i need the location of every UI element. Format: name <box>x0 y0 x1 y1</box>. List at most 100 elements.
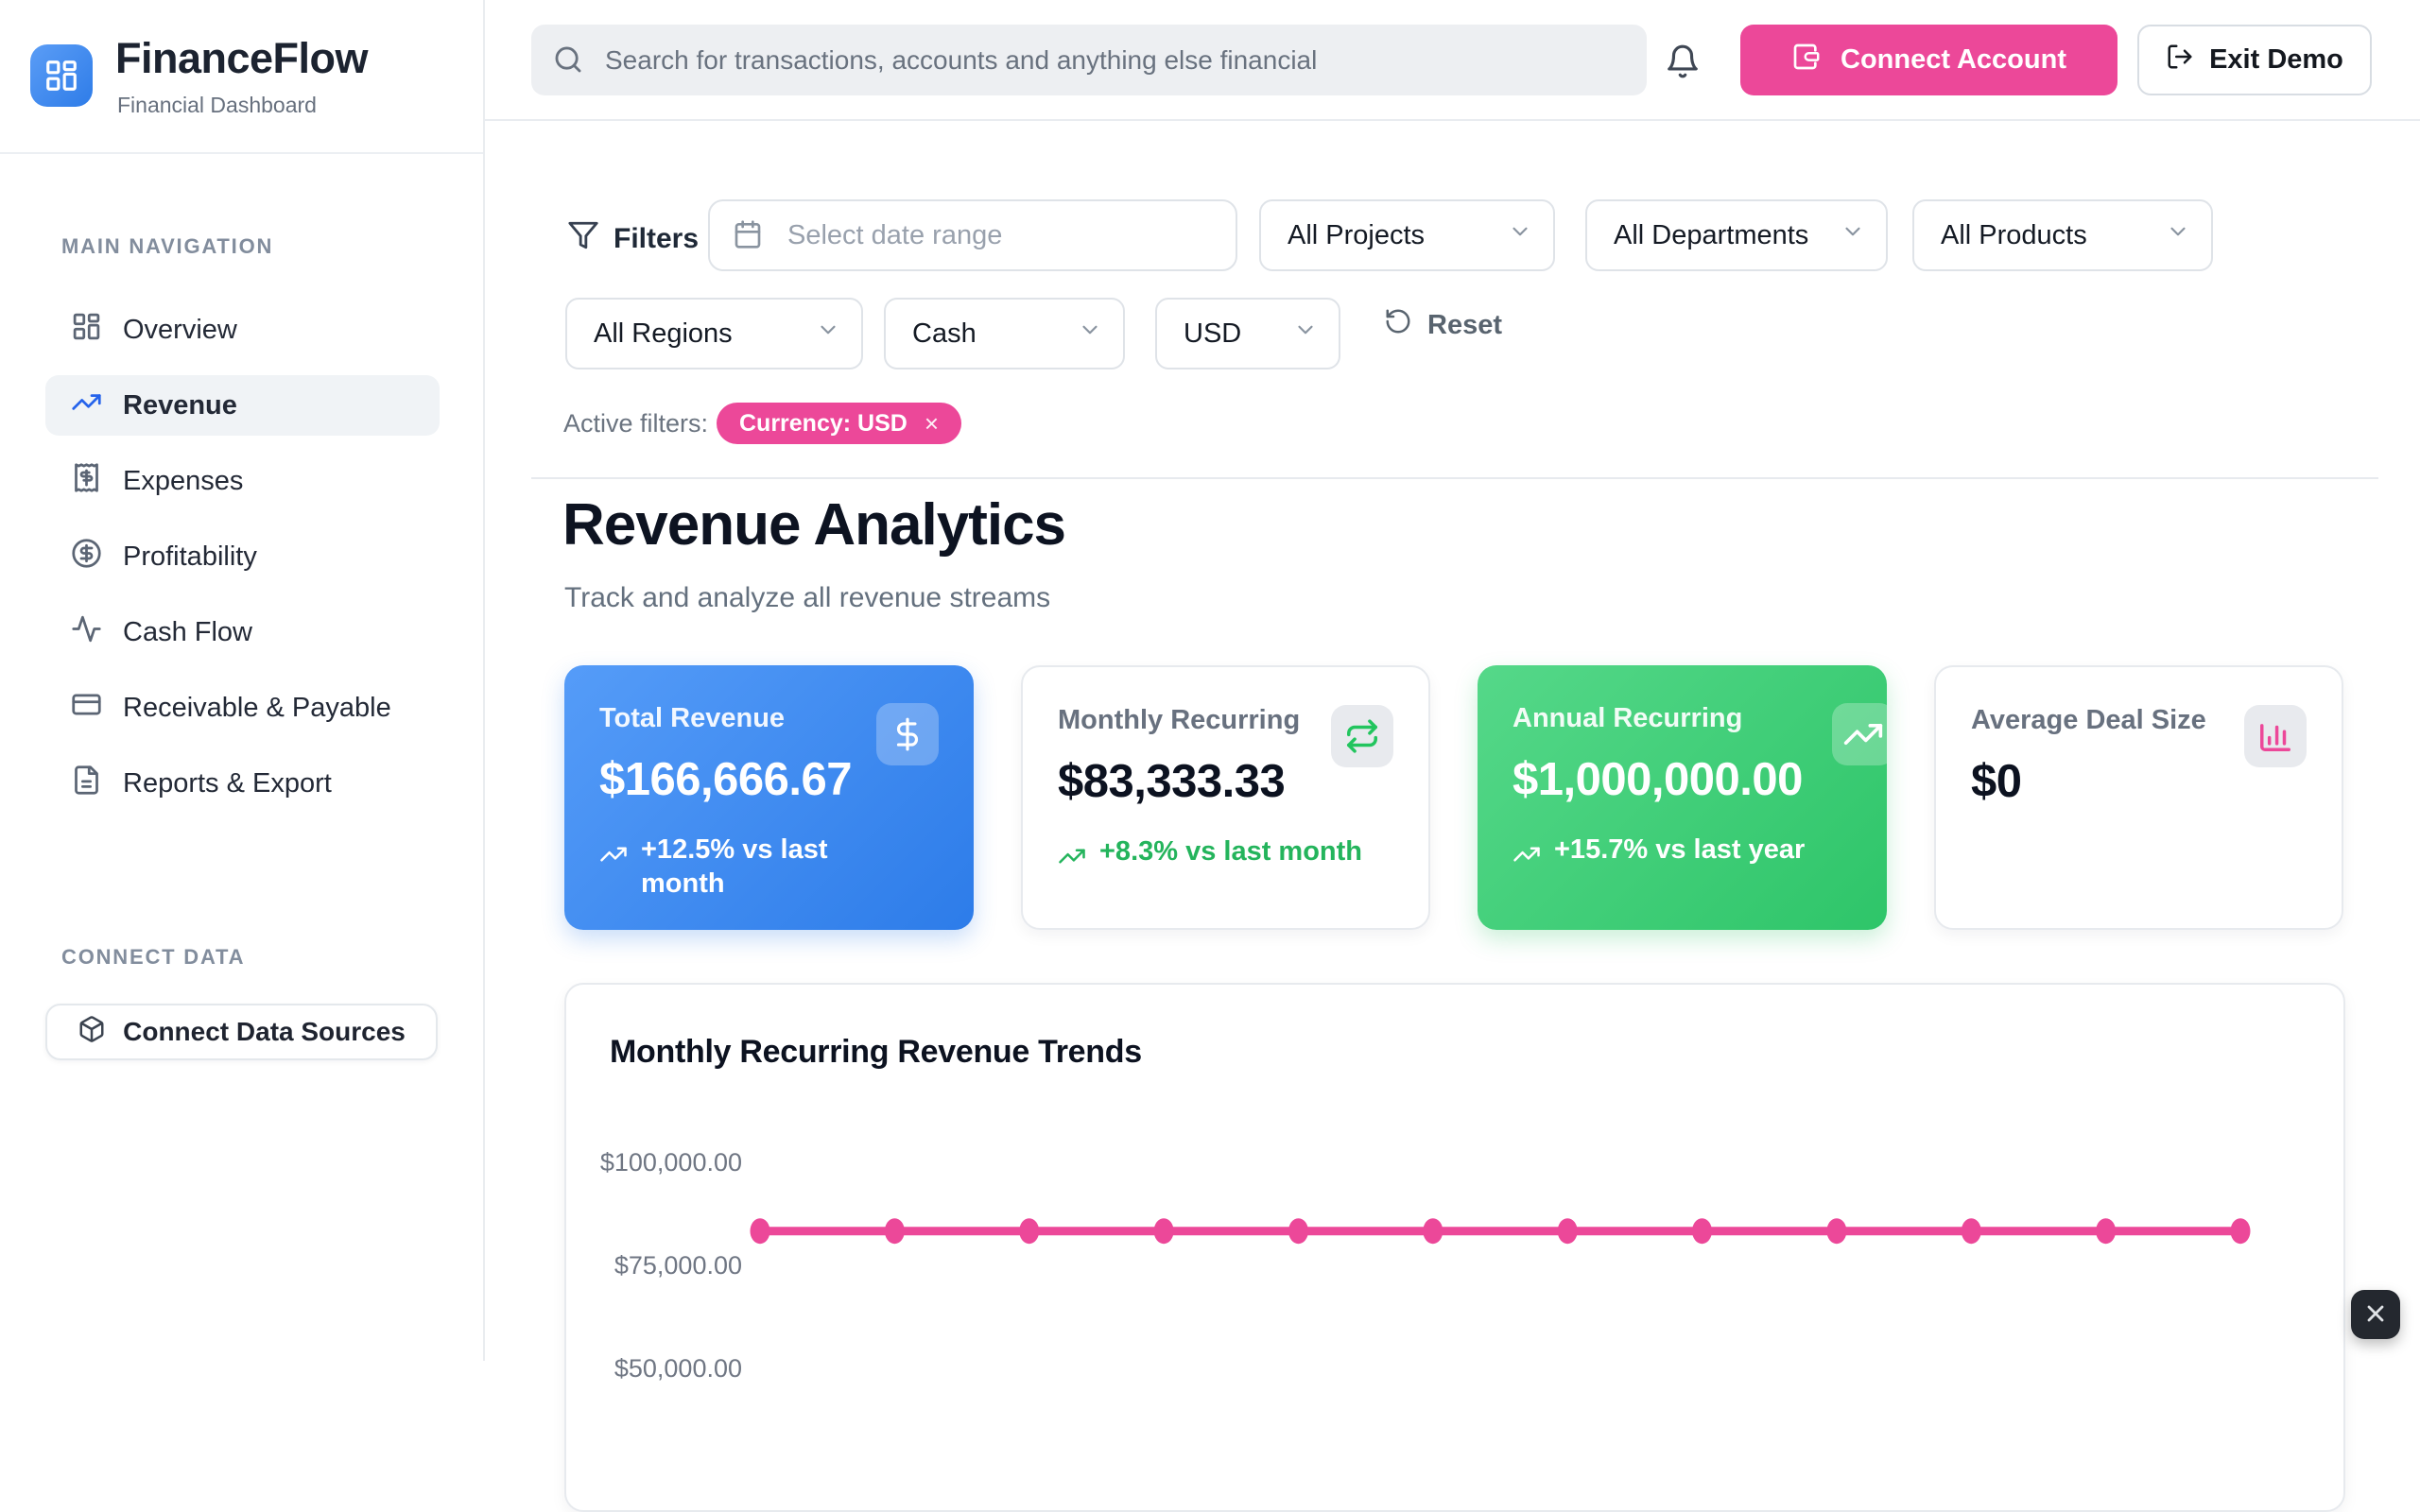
filters-heading: Filters <box>567 219 699 259</box>
search-input[interactable] <box>531 25 1647 95</box>
exit-demo-button[interactable]: Exit Demo <box>2137 25 2372 95</box>
sidebar-item-receivable-payable[interactable]: Receivable & Payable <box>45 678 440 738</box>
regions-select-value: All Regions <box>594 318 733 350</box>
projects-select-value: All Projects <box>1288 220 1425 251</box>
metric-card-annual-recurring: Annual Recurring $1,000,000.00 +15.7% vs… <box>1478 665 1887 930</box>
app-tagline: Financial Dashboard <box>117 93 317 118</box>
connect-account-button[interactable]: Connect Account <box>1740 25 2118 95</box>
sidebar-item-reports-export[interactable]: Reports & Export <box>45 753 440 814</box>
chip-label: Currency: USD <box>739 410 908 438</box>
global-search <box>531 25 1647 95</box>
chevron-down-icon <box>816 318 840 350</box>
calendar-icon <box>733 219 763 254</box>
main-navigation: Overview Revenue Expenses Profitability <box>45 300 440 829</box>
credit-card-icon <box>71 689 102 728</box>
metric-change: +8.3% vs last month <box>1058 834 1393 879</box>
regions-select[interactable]: All Regions <box>565 298 863 369</box>
chevron-down-icon <box>1078 318 1102 350</box>
active-filters-label: Active filters: <box>563 409 708 438</box>
metric-change: +12.5% vs last month <box>599 833 939 902</box>
topbar: Connect Account Exit Demo <box>485 0 2420 121</box>
sidebar-item-expenses[interactable]: Expenses <box>45 451 440 511</box>
chevron-down-icon <box>1841 219 1865 251</box>
departments-select[interactable]: All Departments <box>1585 199 1888 271</box>
sidebar-item-profitability[interactable]: Profitability <box>45 526 440 587</box>
chevron-down-icon <box>1508 219 1532 251</box>
funnel-icon <box>567 219 599 259</box>
currency-select[interactable]: USD <box>1155 298 1340 369</box>
filters-label-text: Filters <box>614 223 699 255</box>
mrr-trends-chart-card: Monthly Recurring Revenue Trends $100,00… <box>564 983 2345 1512</box>
reset-label: Reset <box>1427 310 1502 341</box>
sidebar-item-label: Reports & Export <box>123 768 332 799</box>
page-subtitle: Track and analyze all revenue streams <box>564 582 1050 614</box>
chart-data-point[interactable] <box>1154 1218 1174 1244</box>
cube-icon <box>78 1015 106 1050</box>
trending-up-icon <box>71 387 102 425</box>
metric-change-text: +12.5% vs last month <box>641 833 915 902</box>
layout-dashboard-icon <box>71 311 102 350</box>
active-filter-chip-currency[interactable]: Currency: USD × <box>717 403 961 444</box>
reset-filters-button[interactable]: Reset <box>1384 307 1502 343</box>
sidebar-item-overview[interactable]: Overview <box>45 300 440 360</box>
connect-data-heading: CONNECT DATA <box>61 945 245 970</box>
sidebar: FinanceFlow Financial Dashboard MAIN NAV… <box>0 0 485 1361</box>
dollar-sign-icon <box>876 703 939 765</box>
chart-data-point[interactable] <box>1826 1218 1846 1244</box>
sidebar-item-label: Profitability <box>123 541 257 573</box>
app-title: FinanceFlow <box>115 34 368 83</box>
repeat-icon <box>1331 705 1393 767</box>
chart-data-point[interactable] <box>1558 1218 1578 1244</box>
chart-data-point[interactable] <box>885 1218 905 1244</box>
products-select[interactable]: All Products <box>1912 199 2213 271</box>
trending-up-icon <box>599 833 628 877</box>
payment-method-select-value: Cash <box>912 318 977 350</box>
trending-up-icon <box>1512 833 1541 877</box>
wallet-icon <box>1791 42 1822 79</box>
sidebar-item-label: Expenses <box>123 466 243 497</box>
bar-chart-icon <box>2244 705 2307 767</box>
chart-data-point[interactable] <box>2096 1218 2116 1244</box>
date-range-field <box>708 199 1237 271</box>
main-content: Filters All Projects All Departments All… <box>485 121 2420 1361</box>
sidebar-item-revenue[interactable]: Revenue <box>45 375 440 436</box>
currency-select-value: USD <box>1184 318 1241 350</box>
logout-icon <box>2166 43 2194 78</box>
chart-data-point[interactable] <box>1423 1218 1443 1244</box>
chart-data-point[interactable] <box>1288 1218 1308 1244</box>
metric-card-average-deal-size: Average Deal Size $0 <box>1934 665 2343 930</box>
search-icon <box>552 43 584 80</box>
sidebar-item-label: Cash Flow <box>123 617 252 648</box>
page-title: Revenue Analytics <box>562 491 1065 558</box>
chart-data-point[interactable] <box>1692 1218 1712 1244</box>
departments-select-value: All Departments <box>1614 220 1808 251</box>
nav-section-heading: MAIN NAVIGATION <box>61 234 273 259</box>
close-icon <box>2362 1300 2389 1330</box>
chip-remove-icon[interactable]: × <box>925 409 939 438</box>
date-range-input[interactable] <box>708 199 1237 271</box>
activity-icon <box>71 613 102 652</box>
metric-title: Average Deal Size <box>1971 705 2255 736</box>
notifications-button[interactable] <box>1662 42 1703 83</box>
projects-select[interactable]: All Projects <box>1259 199 1555 271</box>
metric-change-text: +15.7% vs last year <box>1554 833 1805 867</box>
payment-method-select[interactable]: Cash <box>884 298 1125 369</box>
connect-account-label: Connect Account <box>1841 44 2066 76</box>
chart-data-point[interactable] <box>2231 1218 2251 1244</box>
chevron-down-icon <box>2166 219 2190 251</box>
chart-data-point[interactable] <box>1019 1218 1039 1244</box>
rotate-ccw-icon <box>1384 307 1412 343</box>
chart-data-point[interactable] <box>751 1218 770 1244</box>
sidebar-item-label: Revenue <box>123 390 237 421</box>
mrr-line-chart[interactable] <box>566 985 2347 1480</box>
dismiss-overlay-button[interactable] <box>2351 1290 2400 1339</box>
circle-dollar-icon <box>71 538 102 576</box>
sidebar-item-cash-flow[interactable]: Cash Flow <box>45 602 440 662</box>
connect-data-sources-button[interactable]: Connect Data Sources <box>45 1004 438 1060</box>
chevron-down-icon <box>1293 318 1318 350</box>
receipt-icon <box>71 462 102 501</box>
metric-title: Total Revenue <box>599 703 883 734</box>
exit-demo-label: Exit Demo <box>2209 44 2343 76</box>
chart-data-point[interactable] <box>1962 1218 1981 1244</box>
metric-card-monthly-recurring: Monthly Recurring $83,333.33 +8.3% vs la… <box>1021 665 1430 930</box>
